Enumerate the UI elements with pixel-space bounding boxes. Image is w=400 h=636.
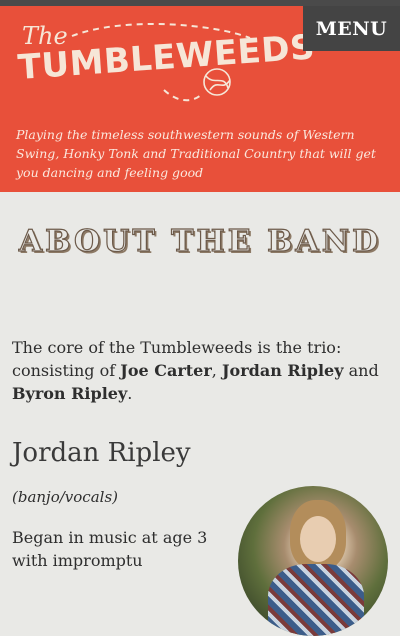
tagline: Playing the timeless southwestern sounds…	[16, 127, 376, 180]
member-heading: Jordan Ripley	[12, 438, 191, 468]
member-name-jordan: Jordan Ripley	[221, 361, 344, 380]
menu-button[interactable]: MENU	[303, 6, 400, 51]
intro-suffix: .	[127, 384, 133, 403]
photo-shirt	[268, 564, 364, 636]
page-title: ABOUT THE BAND	[18, 223, 382, 259]
member-role: (banjo/vocals)	[12, 488, 118, 506]
intro-paragraph: The core of the Tumbleweeds is the trio:…	[12, 336, 390, 405]
site-header: The TUMBLEWEEDS MENU Playing the timeles…	[0, 6, 400, 192]
intro-sep-1: ,	[211, 361, 222, 380]
photo-face	[300, 516, 336, 562]
member-name-joe: Joe Carter	[120, 361, 212, 380]
member-photo	[238, 486, 388, 636]
site-logo[interactable]: The TUMBLEWEEDS	[14, 20, 316, 104]
intro-sep-2: and	[343, 361, 379, 380]
member-bio: Began in music at age 3 with impromptu	[12, 528, 208, 570]
member-name-byron: Byron Ripley	[12, 384, 128, 403]
